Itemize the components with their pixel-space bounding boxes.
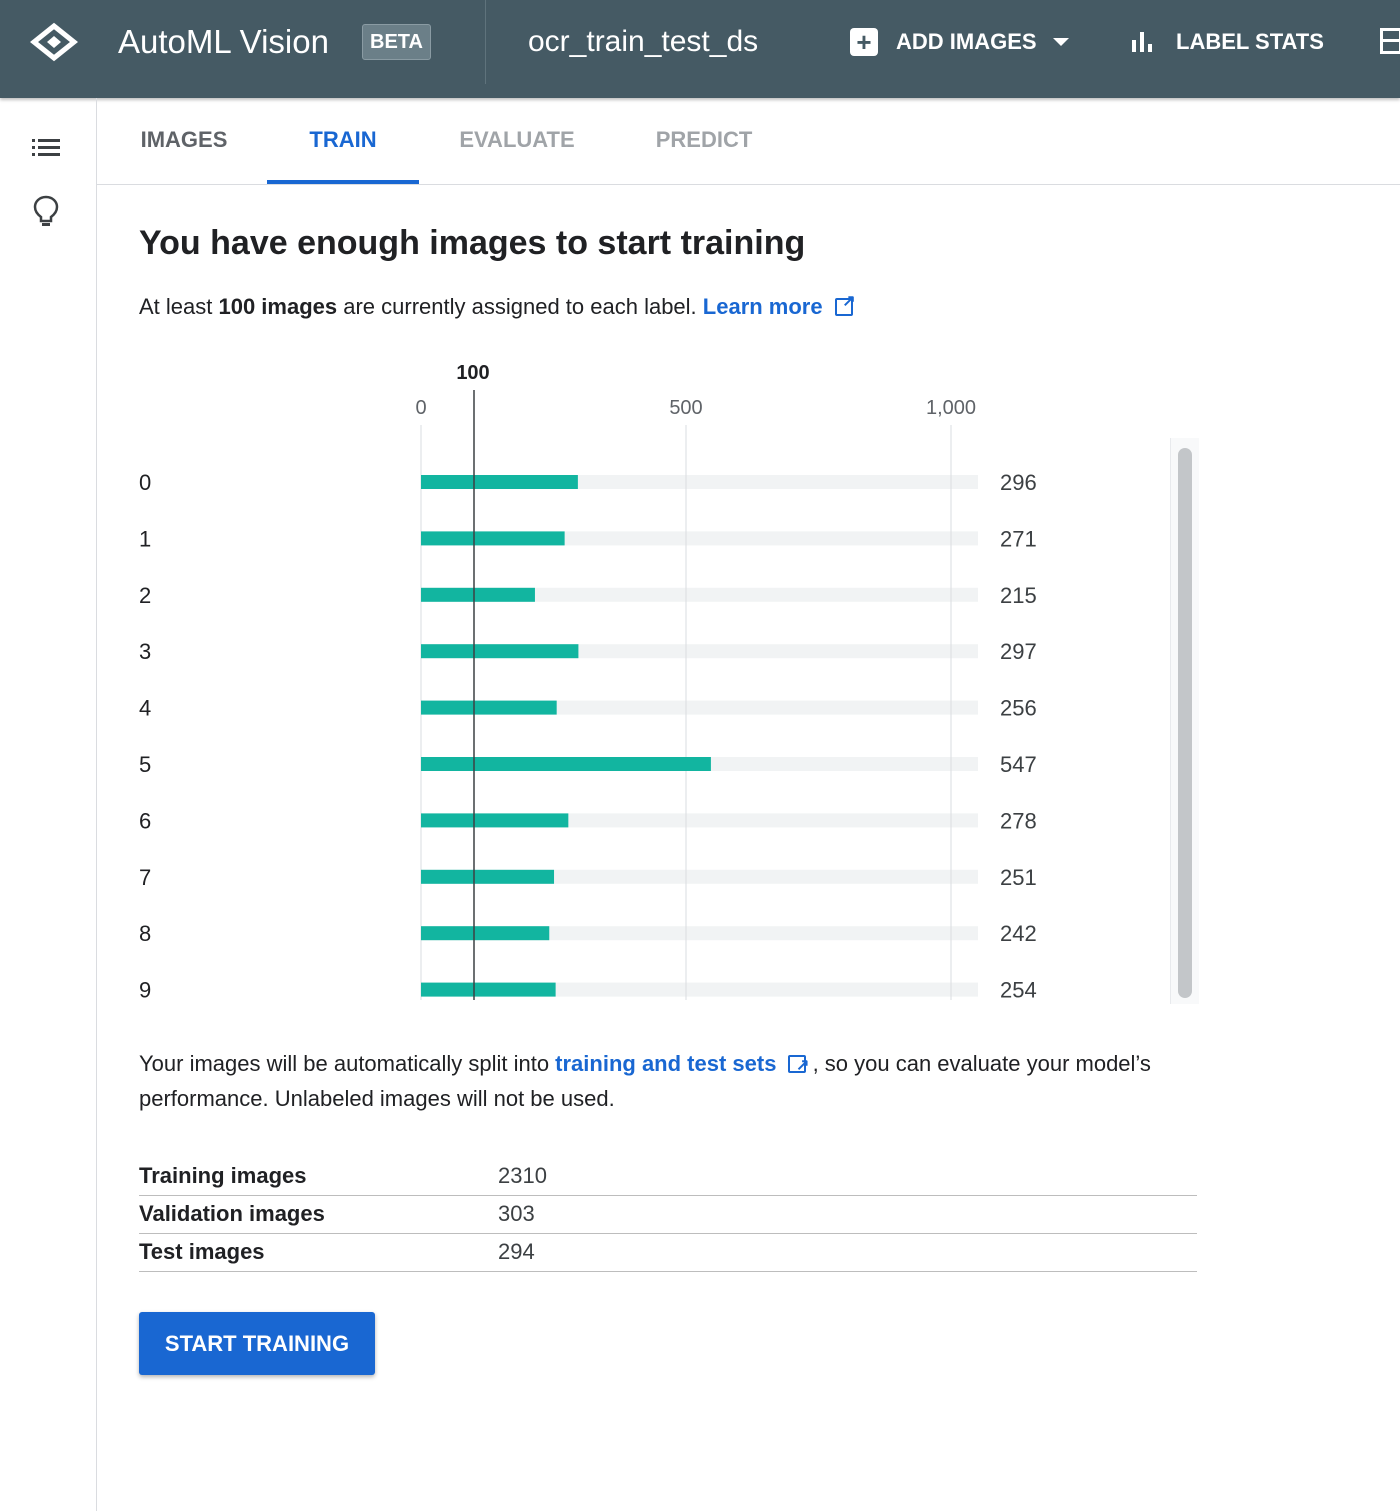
data-label: 256 xyxy=(1000,696,1037,721)
training-test-sets-link[interactable]: training and test sets xyxy=(555,1051,776,1076)
stat-value: 2310 xyxy=(498,1163,547,1188)
stat-value: 294 xyxy=(498,1239,535,1264)
label-stats-button[interactable]: LABEL STATS xyxy=(1130,22,1324,62)
list-icon[interactable] xyxy=(32,138,60,158)
beta-badge: BETA xyxy=(362,24,431,60)
bar-track xyxy=(421,869,978,884)
app-title: AutoML Vision xyxy=(118,23,329,60)
data-label: 254 xyxy=(1000,978,1037,1003)
stat-row-training: Training images 2310 xyxy=(139,1158,1197,1196)
more-icon[interactable] xyxy=(1380,28,1400,54)
bar-track xyxy=(421,926,978,941)
stat-label: Test images xyxy=(139,1239,265,1264)
bar xyxy=(421,982,556,997)
tab-evaluate[interactable]: EVALUATE xyxy=(457,98,577,184)
bar xyxy=(421,813,569,828)
category-label: 3 xyxy=(139,639,151,664)
label-stats-label: LABEL STATS xyxy=(1176,29,1324,54)
data-label: 271 xyxy=(1000,526,1037,551)
bar xyxy=(421,757,711,771)
automl-logo-icon[interactable] xyxy=(30,22,78,62)
category-label: 4 xyxy=(139,696,151,721)
external-link-icon[interactable] xyxy=(834,291,856,316)
tab-train[interactable]: TRAIN xyxy=(267,98,419,184)
bar xyxy=(421,644,579,659)
split-pre: Your images will be automatically split … xyxy=(139,1051,556,1076)
dataset-name: ocr_train_test_ds xyxy=(528,25,759,58)
subtitle-pre: At least xyxy=(139,294,219,319)
tick-label: 500 xyxy=(669,397,702,419)
split-stats-table: Training images 2310 Validation images 3… xyxy=(139,1158,1197,1272)
page-heading: You have enough images to start training xyxy=(139,224,806,262)
bar-track xyxy=(421,587,978,602)
bar-track xyxy=(421,644,978,659)
bar xyxy=(421,700,557,715)
bar xyxy=(421,869,555,884)
data-label: 278 xyxy=(1000,808,1037,833)
tab-bar: IMAGES TRAIN EVALUATE PREDICT xyxy=(97,98,1400,185)
data-label: 251 xyxy=(1000,865,1037,890)
bar xyxy=(421,531,565,546)
data-label: 547 xyxy=(1000,752,1037,777)
category-label: 9 xyxy=(139,978,151,1003)
stat-value: 303 xyxy=(498,1201,535,1226)
subtitle-bold: 100 images xyxy=(218,294,338,319)
category-label: 5 xyxy=(139,752,151,777)
tick-label: 0 xyxy=(415,397,426,419)
bar xyxy=(421,926,550,941)
category-label: 7 xyxy=(139,865,151,890)
lightbulb-icon[interactable] xyxy=(32,194,60,228)
category-label: 8 xyxy=(139,921,151,946)
learn-more-link[interactable]: Learn more xyxy=(703,294,823,319)
tab-images[interactable]: IMAGES xyxy=(139,98,229,184)
data-label: 296 xyxy=(1000,470,1037,495)
bar-track xyxy=(421,813,978,828)
stat-label: Training images xyxy=(139,1163,307,1188)
plus-icon: + xyxy=(850,28,878,56)
threshold-label: 100 xyxy=(456,362,489,384)
data-label: 242 xyxy=(1000,921,1037,946)
category-label: 6 xyxy=(139,808,151,833)
bar-chart-icon xyxy=(1130,28,1158,56)
stat-row-validation: Validation images 303 xyxy=(139,1196,1197,1234)
stat-row-test: Test images 294 xyxy=(139,1234,1197,1272)
category-label: 2 xyxy=(139,583,151,608)
bar-track xyxy=(421,757,978,771)
tick-label: 1,000 xyxy=(926,397,976,419)
start-training-button[interactable]: START TRAINING xyxy=(139,1312,375,1375)
category-label: 1 xyxy=(139,526,151,551)
left-rail xyxy=(0,98,97,1511)
bar-track xyxy=(421,531,978,546)
external-link-icon[interactable] xyxy=(788,1048,809,1083)
add-images-label: ADD IMAGES xyxy=(896,29,1037,54)
split-description: Your images will be automatically split … xyxy=(139,1046,1159,1116)
stat-label: Validation images xyxy=(139,1201,325,1226)
bar-track xyxy=(421,982,978,997)
bar-track xyxy=(421,700,978,715)
bar xyxy=(421,475,578,489)
subtitle-post: are currently assigned to each label. xyxy=(337,294,703,319)
chart-scrollbar-thumb[interactable] xyxy=(1178,448,1192,998)
subtitle: At least 100 images are currently assign… xyxy=(139,291,856,320)
category-label: 0 xyxy=(139,470,151,495)
tab-predict[interactable]: PREDICT xyxy=(652,98,756,184)
data-label: 297 xyxy=(1000,639,1037,664)
add-images-button[interactable]: + ADD IMAGES xyxy=(850,22,1069,62)
app-bar: AutoML Vision BETA ocr_train_test_ds + A… xyxy=(0,0,1400,98)
appbar-divider xyxy=(485,0,486,84)
bar-track xyxy=(421,475,978,489)
caret-down-icon xyxy=(1052,38,1069,46)
bar xyxy=(421,587,535,602)
data-label: 215 xyxy=(1000,583,1037,608)
